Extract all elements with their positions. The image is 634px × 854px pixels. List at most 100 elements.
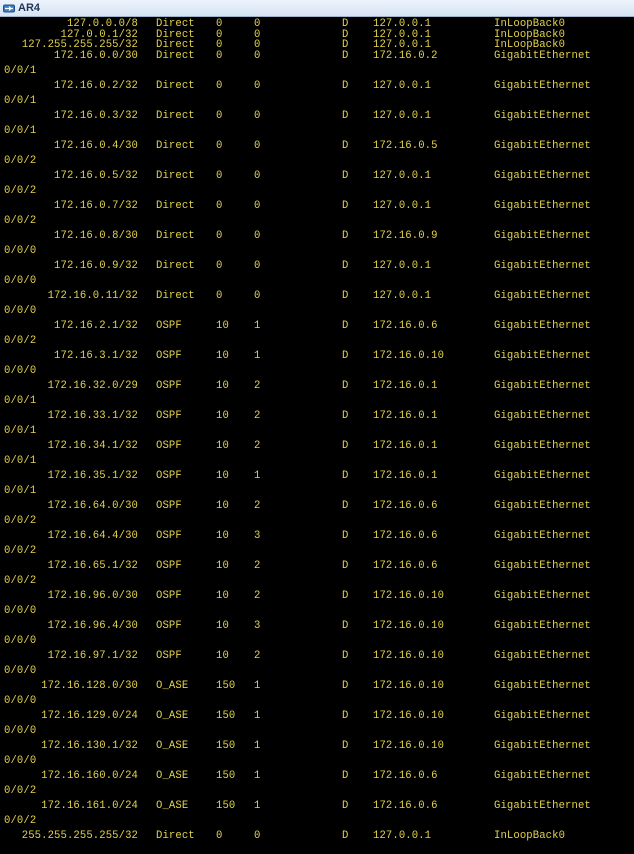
route-row: 172.16.33.1/32 OSPF 10 2 D 172.16.0.1 GigabitE… <box>0 410 634 422</box>
route-iface: GigabitEthernet <box>494 529 591 542</box>
route-row: 172.16.64.4/30 OSPF 10 3 D 172.16.0.6 GigabitE… <box>0 530 634 542</box>
route-flags: D <box>342 49 349 62</box>
route-cost: 3 <box>254 619 261 632</box>
route-pre: 10 <box>216 649 229 662</box>
route-iface: InLoopBack0 <box>494 829 566 842</box>
route-row: 172.16.65.1/32 OSPF 10 2 D 172.16.0.6 GigabitE… <box>0 560 634 572</box>
route-row: 172.16.0.3/32 Direct 0 0 D 127.0.0.1 GigabitEt… <box>0 110 634 122</box>
route-flags: D <box>342 439 349 452</box>
route-dest: 172.16.64.4/30 <box>47 529 138 542</box>
route-dest: 172.16.97.1/32 <box>47 649 138 662</box>
route-iface-wrap: 0/0/2 <box>4 574 37 587</box>
route-pre: 10 <box>216 349 229 362</box>
route-cost: 0 <box>254 259 261 272</box>
route-pre: 150 <box>216 709 236 722</box>
route-iface-wrap: 0/0/0 <box>4 304 37 317</box>
route-dest: 172.16.0.3/32 <box>54 109 138 122</box>
route-dest: 172.16.0.7/32 <box>54 199 138 212</box>
route-pre: 10 <box>216 559 229 572</box>
route-nexthop: 172.16.0.6 <box>373 769 438 782</box>
route-pre: 0 <box>216 169 223 182</box>
route-flags: D <box>342 559 349 572</box>
route-row: 172.16.3.1/32 OSPF 10 1 D 172.16.0.10 GigabitE… <box>0 350 634 362</box>
route-cost: 2 <box>254 379 261 392</box>
route-proto: Direct <box>156 139 195 152</box>
route-iface-wrap: 0/0/2 <box>4 784 37 797</box>
route-row: 172.16.97.1/32 OSPF 10 2 D 172.16.0.10 Gigabit… <box>0 650 634 662</box>
route-flags: D <box>342 319 349 332</box>
route-nexthop: 172.16.0.6 <box>373 319 438 332</box>
route-nexthop: 172.16.0.1 <box>373 469 438 482</box>
route-iface: GigabitEthernet <box>494 469 591 482</box>
route-row: 172.16.35.1/32 OSPF 10 1 D 172.16.0.1 GigabitE… <box>0 470 634 482</box>
route-iface: GigabitEthernet <box>494 49 591 62</box>
route-flags: D <box>342 289 349 302</box>
route-pre: 10 <box>216 589 229 602</box>
route-dest: 172.16.0.2/32 <box>54 79 138 92</box>
route-iface: GigabitEthernet <box>494 79 591 92</box>
route-pre: 0 <box>216 199 223 212</box>
route-iface: GigabitEthernet <box>494 349 591 362</box>
route-pre: 0 <box>216 229 223 242</box>
route-iface-wrap: 0/0/0 <box>4 634 37 647</box>
route-cost: 0 <box>254 49 261 62</box>
route-iface: GigabitEthernet <box>494 169 591 182</box>
route-pre: 150 <box>216 739 236 752</box>
route-nexthop: 172.16.0.9 <box>373 229 438 242</box>
route-pre: 150 <box>216 769 236 782</box>
route-cost: 1 <box>254 319 261 332</box>
route-cost: 0 <box>254 109 261 122</box>
route-iface-wrap: 0/0/2 <box>4 334 37 347</box>
route-iface: GigabitEthernet <box>494 589 591 602</box>
route-pre: 10 <box>216 619 229 632</box>
route-cost: 2 <box>254 439 261 452</box>
route-pre: 10 <box>216 409 229 422</box>
route-iface: GigabitEthernet <box>494 679 591 692</box>
route-cost: 1 <box>254 709 261 722</box>
route-iface-wrap: 0/0/0 <box>4 364 37 377</box>
route-row: 172.16.0.8/30 Direct 0 0 D 172.16.0.9 GigabitE… <box>0 230 634 242</box>
route-iface: GigabitEthernet <box>494 499 591 512</box>
route-proto: Direct <box>156 199 195 212</box>
route-row: 172.16.130.1/32 O_ASE 150 1 D 172.16.0.10 Giga… <box>0 740 634 752</box>
route-flags: D <box>342 229 349 242</box>
route-cost: 1 <box>254 679 261 692</box>
route-proto: OSPF <box>156 529 182 542</box>
route-row: 172.16.129.0/24 O_ASE 150 1 D 172.16.0.10 Giga… <box>0 710 634 722</box>
route-iface-wrap: 0/0/2 <box>4 814 37 827</box>
route-nexthop: 127.0.0.1 <box>373 199 432 212</box>
route-nexthop: 172.16.0.6 <box>373 529 438 542</box>
route-cost: 0 <box>254 229 261 242</box>
route-nexthop: 172.16.0.1 <box>373 439 438 452</box>
route-dest: 172.16.130.1/32 <box>41 739 138 752</box>
route-proto: Direct <box>156 829 195 842</box>
terminal-output[interactable]: 127.0.0.0/8 Direct 0 0 D 127.0.0.1 InLoopBack0… <box>0 17 634 854</box>
route-iface: GigabitEthernet <box>494 199 591 212</box>
route-iface: GigabitEthernet <box>494 559 591 572</box>
route-iface-wrap: 0/0/1 <box>4 64 37 77</box>
route-row: 172.16.34.1/32 OSPF 10 2 D 172.16.0.1 GigabitE… <box>0 440 634 452</box>
route-iface: GigabitEthernet <box>494 109 591 122</box>
route-row: 172.16.0.9/32 Direct 0 0 D 127.0.0.1 GigabitEt… <box>0 260 634 272</box>
route-nexthop: 127.0.0.1 <box>373 289 432 302</box>
route-flags: D <box>342 679 349 692</box>
route-dest: 172.16.0.5/32 <box>54 169 138 182</box>
route-row: 172.16.0.7/32 Direct 0 0 D 127.0.0.1 GigabitEt… <box>0 200 634 212</box>
route-row: 172.16.64.0/30 OSPF 10 2 D 172.16.0.6 GigabitE… <box>0 500 634 512</box>
route-flags: D <box>342 619 349 632</box>
route-iface: GigabitEthernet <box>494 769 591 782</box>
route-iface-wrap: 0/0/1 <box>4 394 37 407</box>
route-proto: Direct <box>156 169 195 182</box>
route-pre: 0 <box>216 289 223 302</box>
route-iface: GigabitEthernet <box>494 229 591 242</box>
route-pre: 0 <box>216 829 223 842</box>
route-nexthop: 172.16.0.1 <box>373 379 438 392</box>
route-pre: 10 <box>216 469 229 482</box>
route-proto: Direct <box>156 79 195 92</box>
route-nexthop: 172.16.0.10 <box>373 589 445 602</box>
route-flags: D <box>342 169 349 182</box>
route-iface: GigabitEthernet <box>494 139 591 152</box>
route-flags: D <box>342 709 349 722</box>
route-row: 172.16.32.0/29 OSPF 10 2 D 172.16.0.1 GigabitE… <box>0 380 634 392</box>
route-nexthop: 127.0.0.1 <box>373 259 432 272</box>
